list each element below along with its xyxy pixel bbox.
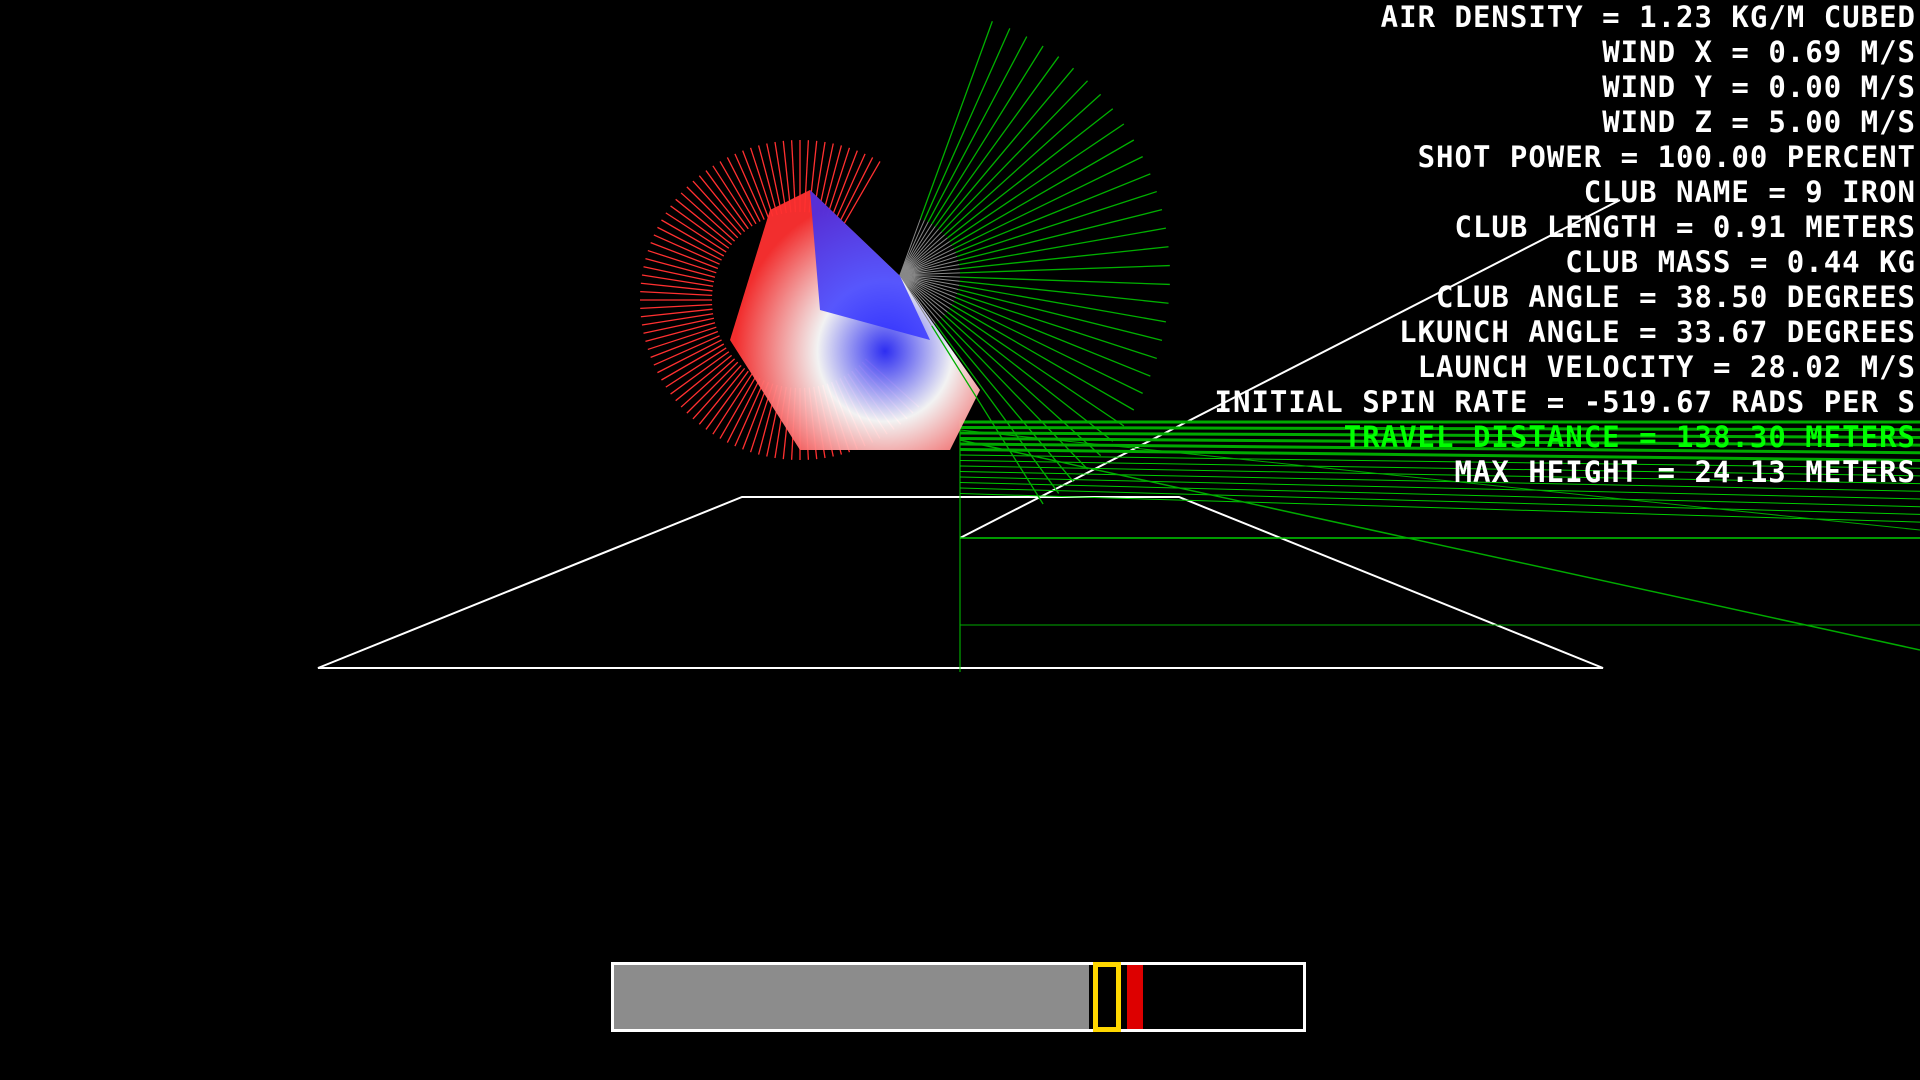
power-meter[interactable] <box>611 962 1306 1032</box>
sphere-spoke <box>653 234 720 265</box>
wind-y-readout: Wind Y = 0.00 m/s <box>1602 70 1916 104</box>
trajectory-line <box>959 487 1920 515</box>
spin-spoke <box>923 28 1011 221</box>
shot-power-readout: Shot Power = 100.00 percent <box>1417 140 1916 174</box>
sphere-spoke <box>726 157 761 222</box>
sphere-spoke <box>692 364 742 420</box>
wind-z-readout: Wind Z = 5.00 m/s <box>1602 105 1916 139</box>
max-height-readout: Max Height = 24.13 meters <box>1454 455 1916 489</box>
sphere-spoke <box>680 192 736 242</box>
sphere-spoke <box>835 153 866 220</box>
power-meter-cursor[interactable] <box>1092 962 1121 1032</box>
shot-stats-panel: Air Density = 1.23 kg/m cubed Wind X = 0… <box>1016 0 1916 490</box>
sphere-spoke <box>686 186 739 239</box>
sphere-spoke <box>692 180 742 236</box>
power-meter-fill <box>614 965 1090 1029</box>
sphere-spoke <box>680 358 736 408</box>
sphere-spoke <box>726 378 761 443</box>
sphere-spoke <box>734 380 765 447</box>
game-viewport: Air Density = 1.23 kg/m cubed Wind X = 0… <box>0 0 1920 1080</box>
sphere-spoke <box>640 290 713 297</box>
power-meter-sweet-spot <box>1127 965 1144 1029</box>
air-density-readout: Air Density = 1.23 kg/m cubed <box>1380 0 1916 34</box>
sphere-spoke <box>839 157 874 222</box>
trajectory-line <box>959 493 1920 523</box>
club-name-readout: Club Name = 9 iron <box>1583 175 1916 209</box>
sphere-spoke <box>686 361 739 414</box>
club-mass-readout: Club Mass = 0.44 kg <box>1565 245 1916 279</box>
sphere-shading <box>730 190 980 450</box>
club-angle-readout: Club Angle = 38.50 degrees <box>1436 280 1916 314</box>
launch-velocity-readout: Launch Velocity = 28.02 m/s <box>1417 350 1916 384</box>
sphere-spoke <box>734 153 765 220</box>
wind-x-readout: Wind X = 0.69 m/s <box>1602 35 1916 69</box>
spin-rate-readout: Initial Spin Rate = -519.67 rads per s <box>1214 385 1916 419</box>
sphere-spoke <box>657 226 722 261</box>
spin-spoke-inner <box>899 228 939 276</box>
spin-spoke <box>919 21 993 219</box>
sphere-spoke <box>640 303 713 310</box>
spin-sphere <box>640 140 980 460</box>
sphere-spoke <box>653 335 720 366</box>
travel-distance-readout: Travel Distance = 138.30 meters <box>1343 420 1916 454</box>
launch-angle-readout: Lkunch Angle = 33.67 degrees <box>1399 315 1916 349</box>
club-length-readout: Club Length = 0.91 meters <box>1454 210 1916 244</box>
sphere-spoke <box>657 339 722 374</box>
